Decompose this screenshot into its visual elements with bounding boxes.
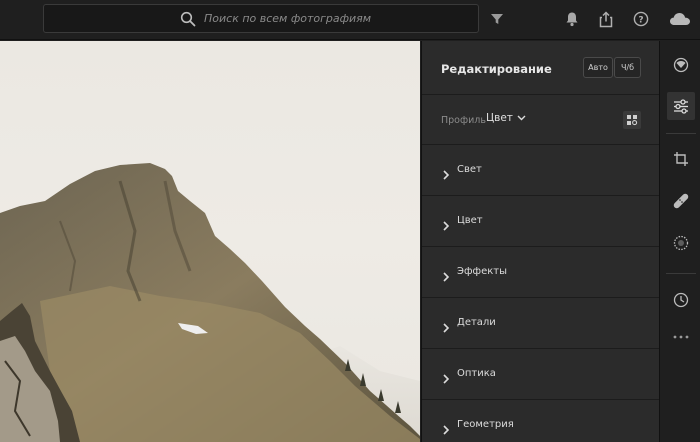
profile-select[interactable]: Цвет [486,112,526,124]
mountain-photo [0,163,420,442]
bell-icon[interactable] [563,10,581,28]
chevron-down-icon [517,112,526,124]
section-detail[interactable]: Детали [422,298,659,349]
auto-button[interactable]: Авто [583,57,613,78]
tool-strip [659,41,700,442]
filter-icon[interactable] [488,10,506,28]
help-icon[interactable]: ? [632,10,650,28]
edit-panel: Редактирование Авто Ч/б Профиль Цвет Све… [421,41,659,442]
profile-row: Профиль Цвет [422,95,659,145]
section-geometry[interactable]: Геометрия [422,400,659,442]
search-icon [180,11,196,27]
tool-divider [666,133,696,134]
panel-title: Редактирование [441,62,552,76]
section-label: Эффекты [457,266,507,277]
svg-text:?: ? [638,15,643,25]
chevron-right-icon [442,420,450,435]
section-color[interactable]: Цвет [422,196,659,247]
chevron-right-icon [442,165,450,180]
profile-label: Профиль [441,115,486,126]
more-icon[interactable] [667,323,695,351]
chevron-right-icon [442,216,450,231]
section-label: Цвет [457,215,483,226]
grid-icon [626,111,638,130]
section-optics[interactable]: Оптика [422,349,659,400]
search-input[interactable] [204,5,474,32]
section-label: Детали [457,317,496,328]
chevron-right-icon [442,267,450,282]
healing-icon[interactable] [667,187,695,215]
top-bar: ? [0,0,700,40]
cloud-icon[interactable] [667,10,693,28]
section-effects[interactable]: Эффекты [422,247,659,298]
profile-browser-button[interactable] [623,111,641,129]
search-box[interactable] [43,4,479,33]
chevron-right-icon [442,369,450,384]
bw-button[interactable]: Ч/б [614,57,641,78]
chevron-right-icon [442,318,450,333]
photo-canvas[interactable] [0,41,420,442]
profile-value: Цвет [486,112,513,124]
history-icon[interactable] [667,286,695,314]
section-label: Свет [457,164,482,175]
section-label: Оптика [457,368,496,379]
share-icon[interactable] [597,10,615,28]
edit-sliders-icon[interactable] [667,92,695,120]
presets-icon[interactable] [667,51,695,79]
tool-divider [666,273,696,274]
section-light[interactable]: Свет [422,145,659,196]
section-label: Геометрия [457,419,514,430]
masking-icon[interactable] [667,229,695,257]
crop-icon[interactable] [667,145,695,173]
edit-panel-header: Редактирование Авто Ч/б [422,41,659,95]
